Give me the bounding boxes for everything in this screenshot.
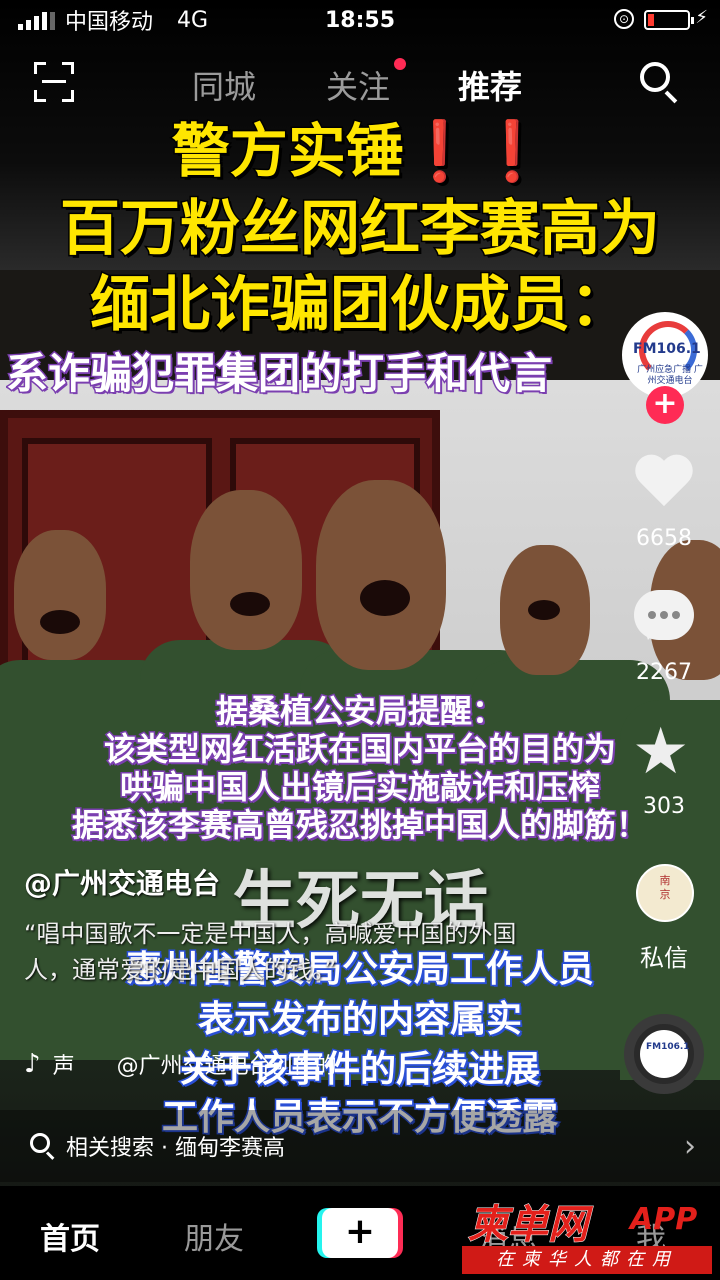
create-button[interactable]: + <box>317 1208 403 1258</box>
dm-avatar-icon[interactable]: 南京 <box>636 864 694 922</box>
avatar-subtext: 广州应急广播 广州交通电台 <box>637 365 703 386</box>
related-search-label: 相关搜索 · 缅甸李赛高 <box>66 1136 285 1161</box>
comment-count: 2267 <box>636 660 692 685</box>
person-head <box>316 480 446 670</box>
follow-button[interactable]: + <box>646 386 684 424</box>
nav-home[interactable]: 首页 <box>40 1214 100 1258</box>
clock: 18:55 <box>324 7 396 33</box>
person-head <box>14 530 106 660</box>
plus-icon: + <box>322 1208 398 1258</box>
search-icon <box>30 1133 56 1160</box>
status-bar: 中国移动 4G 18:55 ⊙ ⚡ <box>0 0 720 40</box>
favorite-count: 303 <box>643 794 685 819</box>
watermark-app: APP <box>630 1202 698 1237</box>
dm-label[interactable]: 私信 <box>624 938 704 973</box>
chevron-right-icon: › <box>684 1128 696 1164</box>
like-icon[interactable] <box>634 456 694 512</box>
post-description: “唱中国歌不一定是中国人，高喊爱中国的外国人，通常爱的是中国人的钱。” <box>24 920 517 984</box>
notice-line: 据悉该李赛高曾残忍挑掉中国人的脚筋！ <box>70 805 649 846</box>
like-count: 6658 <box>636 526 692 551</box>
notification-dot <box>394 58 406 70</box>
charging-icon: ⚡ <box>695 7 708 28</box>
music-prefix: 声 <box>52 1054 75 1079</box>
scan-icon[interactable] <box>34 62 74 102</box>
battery-icon <box>644 10 694 30</box>
music-title: @广州交通电台创作的 <box>116 1054 337 1079</box>
person-mouth <box>40 610 80 634</box>
person-mouth <box>528 600 560 620</box>
search-icon[interactable] <box>640 62 680 104</box>
person-mouth <box>230 592 270 616</box>
music-disc-icon[interactable]: FM106.1 <box>624 1014 704 1094</box>
tab-nearby[interactable]: 同城 <box>192 62 256 108</box>
blue-caption-line: 表示发布的内容属实 <box>196 998 523 1042</box>
watermark-brand: 柬单网 <box>468 1202 589 1249</box>
music-row[interactable]: ♪ 声 @广州交通电台创作的 <box>24 1048 337 1080</box>
rotation-lock-icon: ⊙ <box>614 9 634 29</box>
watermark: 柬单网 APP 在柬华人都在用 <box>462 1192 718 1278</box>
person-mouth <box>360 580 410 616</box>
caption-title-line2: 百万粉丝网红李赛高为 <box>59 193 662 266</box>
author-name[interactable]: @广州交通电台 <box>24 862 220 902</box>
caption-title-line1: 警方实锤❗❗ <box>170 116 549 187</box>
related-search-bar[interactable]: 相关搜索 · 缅甸李赛高 › <box>0 1110 720 1182</box>
caption-subtitle: 系诈骗犯罪集团的打手和代言 <box>6 348 554 400</box>
watermark-slogan: 在柬华人都在用 <box>462 1246 712 1274</box>
comment-icon[interactable] <box>634 590 694 640</box>
tab-recommended[interactable]: 推荐 <box>458 62 522 108</box>
tab-following[interactable]: 关注 <box>326 62 390 108</box>
disc-logo-text: FM106.1 <box>646 1042 690 1052</box>
caption-title-line3: 缅北诈骗团伙成员： <box>89 269 632 342</box>
avatar-logo-text: FM106.1 <box>633 341 701 357</box>
music-note-icon: ♪ <box>24 1049 41 1079</box>
nav-friends[interactable]: 朋友 <box>184 1214 244 1258</box>
person-head <box>190 490 302 650</box>
favorite-icon[interactable]: ★ <box>632 720 689 784</box>
